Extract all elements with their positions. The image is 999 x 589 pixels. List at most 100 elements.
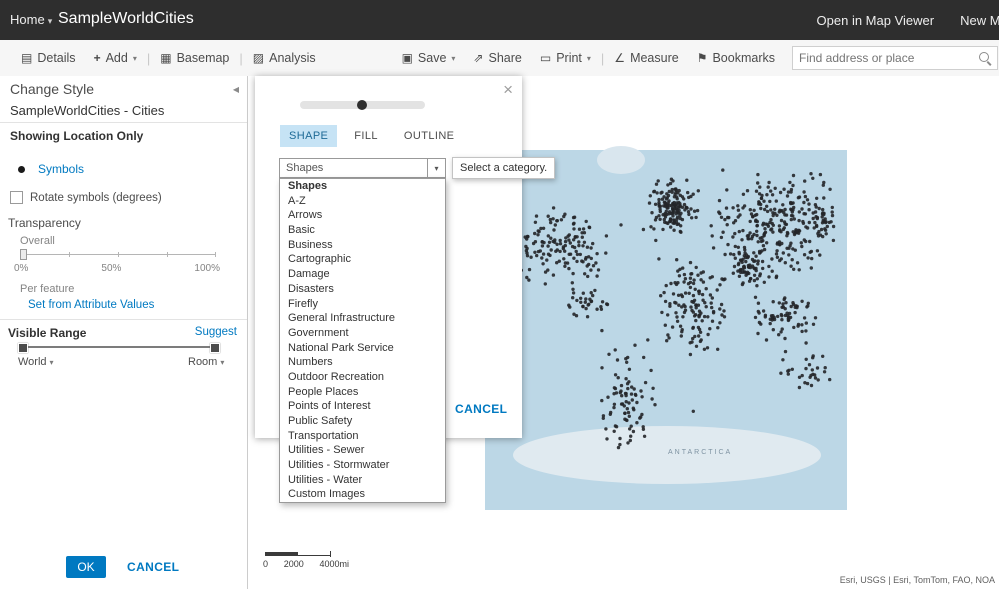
category-option[interactable]: Government [280,326,445,341]
category-option[interactable]: Damage [280,267,445,282]
category-option[interactable]: Utilities - Water [280,473,445,488]
tick-label: 50% [101,263,122,274]
category-option[interactable]: Shapes [280,179,445,194]
share-label: Share [488,51,522,65]
close-icon[interactable]: × [503,81,513,98]
symbols-link[interactable]: Symbols [38,162,84,176]
home-menu[interactable]: Home ▾ [10,12,52,27]
basemap-icon: ▦ [160,51,172,65]
divider [0,122,247,123]
page-title: SampleWorldCities [58,10,194,27]
add-button[interactable]: + Add ▾ [94,51,137,65]
chevron-down-icon: ▾ [586,53,591,63]
category-option[interactable]: Public Safety [280,414,445,429]
print-icon: ▭ [539,51,552,65]
save-button[interactable]: ▣ Save ▾ [402,51,456,65]
chevron-down-icon[interactable]: ▾ [427,159,445,177]
measure-label: Measure [630,51,679,65]
add-label: Add [105,51,128,65]
category-option[interactable]: Basic [280,223,445,238]
toolbar-separator: | [146,50,151,66]
app-root: Home ▾ SampleWorldCities Open in Map View… [0,0,999,589]
category-option[interactable]: Arrows [280,208,445,223]
change-style-panel: Change Style ◀ SampleWorldCities - Citie… [0,76,248,589]
map-toolbar: ▤ Details + Add ▾ | ▦ Basemap | ▨ Analys… [0,40,999,77]
dialog-cancel-button[interactable]: CANCEL [455,402,507,416]
map-canvas[interactable]: ANTARCTICA [485,146,847,510]
set-from-attribute-values-link[interactable]: Set from Attribute Values [28,299,154,311]
details-button[interactable]: ▤ Details [21,51,76,65]
category-option[interactable]: Points of Interest [280,399,445,414]
bookmarks-button[interactable]: ⚑ Bookmarks [697,51,775,65]
symbol-style-tabs: SHAPE FILL OUTLINE [280,125,463,147]
scale-label: 0 [263,559,269,569]
measure-button[interactable]: ∠ Measure [614,51,678,65]
category-option[interactable]: Custom Images [280,487,445,502]
save-icon: ▣ [401,51,413,65]
rotate-symbols-checkbox[interactable] [10,191,23,204]
symbol-style-dialog: × SHAPE FILL OUTLINE Shapes ▾ Shapes A-Z A… [255,76,522,504]
header-links: Open in Map Viewer New Map [817,0,999,40]
category-option[interactable]: Transportation [280,429,445,444]
category-list: Shapes A-Z Arrows Basic Business Cartographic… [279,178,446,504]
visible-range-max-handle[interactable] [210,343,220,353]
visible-range-min-handle[interactable] [18,343,28,353]
category-option[interactable]: A-Z [280,194,445,209]
search-icon[interactable] [979,52,989,62]
map-attribution: Esri, USGS | Esri, TomTom, FAO, NOA [835,574,999,586]
search-input[interactable] [793,47,983,69]
visible-range-slider [18,342,220,353]
new-map-link[interactable]: New Map [960,13,999,28]
slider-tick [118,252,119,257]
visible-range-min-dropdown[interactable]: World ▾ [18,356,54,368]
symbol-size-slider-handle[interactable] [357,100,367,110]
visible-range-label: Visible Range [8,326,87,340]
chevron-down-icon: ▾ [49,358,54,367]
transparency-tick-labels: 0% 50% 100% [14,263,220,274]
chevron-down-icon: ▾ [132,53,137,63]
tick-label: 0% [14,263,29,274]
category-option[interactable]: Outdoor Recreation [280,370,445,385]
divider [0,319,247,320]
category-dropdown[interactable]: Shapes ▾ [279,158,446,178]
tab-outline[interactable]: OUTLINE [395,125,463,147]
category-option[interactable]: General Infrastructure [280,311,445,326]
transparency-slider [20,249,217,260]
category-option[interactable]: Disasters [280,282,445,297]
analysis-button[interactable]: ▨ Analysis [253,51,316,65]
basemap-button[interactable]: ▦ Basemap [160,51,229,65]
scale-bar-segment [265,552,298,556]
panel-cancel-button[interactable]: CANCEL [127,560,179,574]
category-option[interactable]: Utilities - Sewer [280,443,445,458]
tab-shape[interactable]: SHAPE [280,125,338,147]
print-button[interactable]: ▭ Print ▾ [540,51,591,65]
category-option[interactable]: Utilities - Stormwater [280,458,445,473]
category-option[interactable]: Numbers [280,355,445,370]
details-label: Details [37,51,76,65]
share-icon: ⇗ [473,51,484,65]
scale-bar: 0 2000 4000mi [263,551,357,569]
visible-range-max-dropdown[interactable]: Room ▾ [188,356,224,368]
category-option[interactable]: People Places [280,385,445,400]
category-option[interactable]: Firefly [280,297,445,312]
scale-label: 2000 [283,559,304,569]
collapse-panel-icon[interactable]: ◀ [233,85,239,94]
map-dots [503,168,836,450]
chevron-down-icon: ▾ [451,53,456,63]
toolbar-right-group: ▣ Save ▾ ⇗ Share ▭ Print ▾ | ∠ Measure ⚑… [393,46,999,70]
slider-tick [69,252,70,257]
transparency-slider-handle[interactable] [20,249,27,260]
share-button[interactable]: ⇗ Share [473,51,521,65]
app-header: Home ▾ SampleWorldCities Open in Map View… [0,0,999,40]
suggest-link[interactable]: Suggest [195,326,237,338]
open-in-map-viewer-link[interactable]: Open in Map Viewer [817,13,935,28]
category-option[interactable]: National Park Service [280,341,445,356]
bookmarks-label: Bookmarks [712,51,775,65]
category-option[interactable]: Cartographic [280,252,445,267]
max-zoom-label: Room [188,356,218,368]
analysis-icon: ▨ [252,51,265,65]
category-option[interactable]: Business [280,238,445,253]
ok-button[interactable]: OK [66,556,106,578]
scale-label: 4000mi [319,559,349,569]
tab-fill[interactable]: FILL [345,125,387,147]
